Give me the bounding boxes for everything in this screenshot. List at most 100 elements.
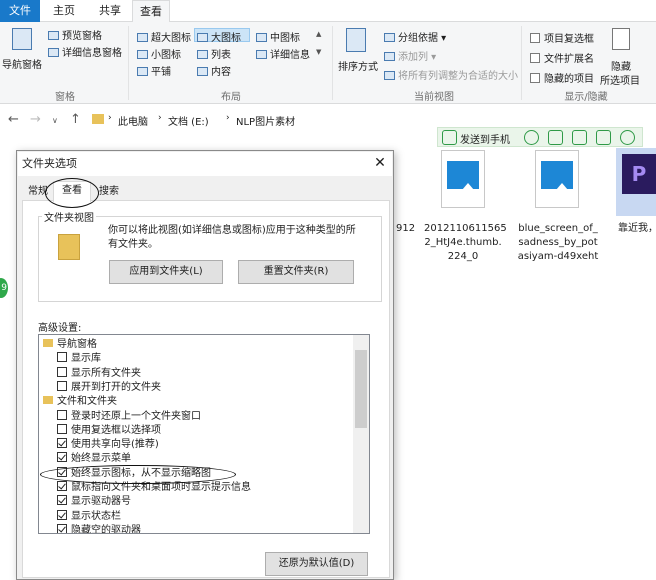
tree-label: 使用复选框以选择项: [71, 424, 161, 436]
image-file-icon: [541, 161, 574, 197]
preview-pane-icon: [48, 31, 59, 40]
tab-share[interactable]: 共享: [88, 0, 132, 22]
tree-label: 导航窗格: [57, 339, 97, 350]
save-icon[interactable]: [572, 130, 587, 145]
checkbox[interactable]: [57, 509, 67, 520]
checkbox[interactable]: [57, 452, 67, 463]
tab-file[interactable]: 文件: [0, 0, 40, 22]
file-thumbnail[interactable]: [441, 150, 485, 208]
file-name[interactable]: 靠近我，: [618, 222, 656, 236]
tree-option[interactable]: 使用复选框以选择项: [57, 423, 161, 438]
checkbox[interactable]: [57, 380, 67, 391]
layout-content[interactable]: 内容: [197, 63, 231, 78]
checkbox[interactable]: [57, 438, 67, 449]
forward-arrow-icon[interactable]: →: [30, 112, 41, 127]
advanced-settings-list[interactable]: 导航窗格显示库 显示所有文件夹 展开到打开的文件夹文件和文件夹 登录时还原上一个文件夹…: [38, 334, 370, 534]
checkbox[interactable]: [57, 481, 67, 491]
details-pane-button[interactable]: 详细信息窗格: [48, 44, 122, 59]
hide-selected-icon: [612, 28, 630, 50]
layout-medium-icons[interactable]: 中图标: [256, 29, 300, 44]
send-to-phone-button[interactable]: 发送到手机: [460, 131, 510, 146]
group-by-icon: [384, 33, 395, 42]
layout-list[interactable]: 列表: [197, 46, 231, 61]
tree-option[interactable]: 始终显示菜单: [57, 451, 131, 466]
up-arrow-icon[interactable]: ↑: [70, 112, 81, 127]
preview-pane-button[interactable]: 预览窗格: [48, 27, 102, 42]
tree-option[interactable]: 展开到打开的文件夹: [57, 380, 161, 395]
file-name[interactable]: 2012110611565 2_HtJ4e.thumb. 224_0: [424, 222, 507, 264]
layout-small-icons[interactable]: 小图标: [137, 46, 181, 61]
layout-details[interactable]: 详细信息: [256, 46, 310, 61]
scrollbar-thumb[interactable]: [355, 350, 367, 428]
sort-icon: [346, 28, 366, 52]
tree-option[interactable]: 显示库: [57, 351, 101, 366]
checkbox[interactable]: [57, 495, 67, 506]
group-label-show-hide: 显示/隐藏: [564, 92, 608, 103]
selected-file-tile[interactable]: P: [616, 148, 656, 216]
checkbox: [530, 53, 540, 63]
file-extensions-toggle[interactable]: 文件扩展名: [530, 50, 594, 65]
chevron-right-icon: ›: [158, 113, 162, 123]
cloud-icon[interactable]: [524, 130, 539, 145]
file-name[interactable]: blue_screen_of_ sadness_by_pot asiyam-d4…: [516, 222, 600, 264]
notification-bubble[interactable]: 9: [0, 278, 8, 298]
image-file-icon: [447, 161, 480, 197]
layout-scroll-down-icon[interactable]: ▼: [316, 48, 321, 56]
details-icon: [256, 50, 267, 59]
tree-label: 显示状态栏: [71, 510, 121, 522]
tree-option[interactable]: 使用共享向导(推荐): [57, 437, 159, 452]
apply-to-folders-button[interactable]: 应用到文件夹(L): [109, 260, 223, 284]
tree-option[interactable]: 隐藏空的驱动器: [57, 523, 141, 534]
add-column-button[interactable]: 添加列 ▾: [384, 48, 436, 63]
layout-xl-icons[interactable]: 超大图标: [137, 29, 191, 44]
fit-columns-button[interactable]: 将所有列调整为合适的大小: [384, 67, 518, 82]
tree-label: 显示库: [71, 353, 101, 365]
share-icon[interactable]: [596, 130, 611, 145]
tree-label: 显示驱动器号: [71, 496, 131, 508]
recent-dropdown-icon[interactable]: ∨: [52, 116, 58, 125]
tab-home[interactable]: 主页: [42, 0, 86, 22]
tree-option[interactable]: 显示所有文件夹: [57, 366, 141, 381]
nav-pane-button[interactable]: 导航窗格: [2, 56, 42, 71]
reset-folders-button[interactable]: 重置文件夹(R): [238, 260, 354, 284]
close-icon[interactable]: ✕: [370, 152, 390, 174]
tab-view[interactable]: 查看: [132, 0, 170, 23]
tree-option[interactable]: 显示驱动器号: [57, 494, 131, 509]
hidden-items-toggle[interactable]: 隐藏的项目: [530, 70, 594, 85]
photoshop-file-icon: P: [622, 154, 656, 194]
tree-option[interactable]: 显示状态栏: [57, 509, 121, 524]
layout-scroll-up-icon[interactable]: ▲: [316, 30, 321, 38]
checkbox[interactable]: [57, 423, 67, 434]
annotation-circle: [45, 178, 99, 208]
tree-label: 展开到打开的文件夹: [71, 381, 161, 393]
group-label-current-view: 当前视图: [414, 92, 454, 103]
folder-view-description: 你可以将此视图(如详细信息或图标)应用于这种类型的所 有文件夹。: [108, 225, 356, 250]
hide-selected-button[interactable]: 隐藏: [611, 58, 631, 73]
file-name-partial[interactable]: 912: [396, 222, 416, 236]
layout-large-icons[interactable]: 大图标: [197, 29, 241, 44]
checkbox[interactable]: [57, 409, 67, 420]
gear-icon[interactable]: [620, 130, 635, 145]
back-arrow-icon[interactable]: ←: [8, 112, 19, 127]
layout-tiles[interactable]: 平铺: [137, 63, 171, 78]
item-checkboxes-toggle[interactable]: 项目复选框: [530, 30, 594, 45]
sort-button[interactable]: 排序方式: [338, 58, 378, 73]
folder-icon: [92, 114, 104, 124]
breadcrumb-folder[interactable]: NLP图片素材: [236, 113, 295, 128]
restore-defaults-button[interactable]: 还原为默认值(D): [265, 552, 368, 576]
breadcrumb-drive[interactable]: 文档 (E:): [168, 113, 209, 128]
small-icons-icon: [137, 50, 148, 59]
file-thumbnail[interactable]: [535, 150, 579, 208]
checkbox: [530, 73, 540, 83]
medium-icons-icon: [256, 33, 267, 42]
checkbox[interactable]: [57, 366, 67, 377]
checkbox[interactable]: [57, 352, 67, 363]
tree-option[interactable]: 登录时还原上一个文件夹窗口: [57, 409, 201, 424]
group-label-pane: 窗格: [55, 92, 75, 103]
checkbox[interactable]: [57, 523, 67, 533]
square-icon[interactable]: [548, 130, 563, 145]
tree-label: 隐藏空的驱动器: [71, 524, 141, 534]
tree-label: 文件和文件夹: [57, 396, 117, 408]
group-by-button[interactable]: 分组依据 ▾: [384, 29, 446, 44]
breadcrumb-this-pc[interactable]: 此电脑: [118, 113, 148, 128]
